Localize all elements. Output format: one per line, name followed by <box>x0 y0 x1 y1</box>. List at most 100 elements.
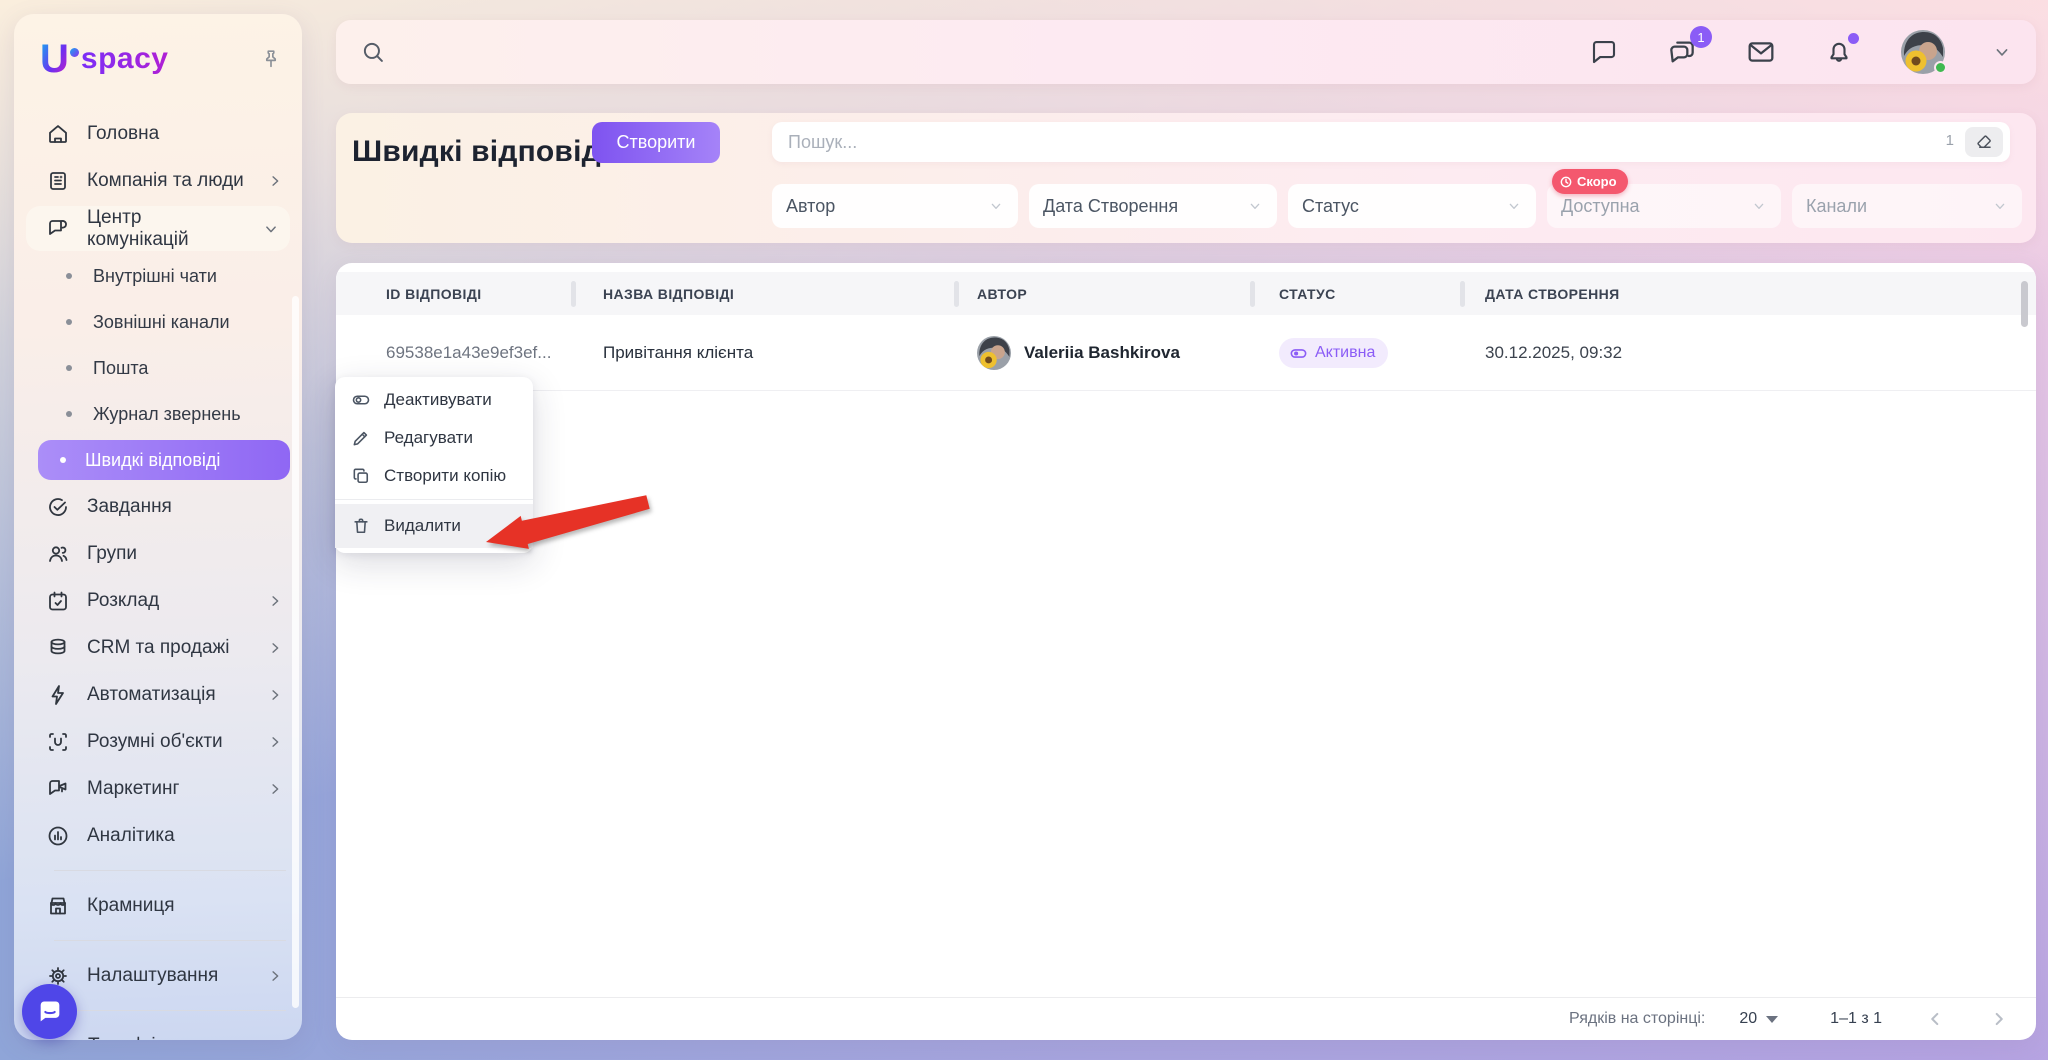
profile-chevron-down-icon[interactable] <box>1992 42 2012 62</box>
topbar-actions: 1 <box>1589 30 2012 74</box>
filter-available: Скоро Доступна <box>1547 184 1781 228</box>
chat-bubble-filled-icon <box>36 998 64 1026</box>
column-header-author[interactable]: АВТОР <box>977 272 1027 315</box>
sidebar-item-store[interactable]: Крамниця <box>14 882 302 929</box>
sidebar-item-label: Розклад <box>87 590 159 612</box>
chevron-right-icon <box>266 967 284 985</box>
sidebar-item-quick-replies[interactable]: Швидкі відповіді <box>38 440 290 480</box>
sidebar-scrollbar[interactable] <box>292 296 299 1008</box>
search-field: 1 <box>772 122 2010 162</box>
menu-item-label: Редагувати <box>384 428 473 448</box>
status-label: Активна <box>1315 344 1375 362</box>
menu-item-duplicate[interactable]: Створити копію <box>335 457 533 495</box>
column-header-status[interactable]: СТАТУС <box>1279 272 1336 315</box>
sidebar-item-schedule[interactable]: Розклад <box>14 577 302 624</box>
bullet-icon <box>66 319 72 325</box>
filter-author[interactable]: Автор <box>772 184 1018 228</box>
smart-objects-icon <box>46 730 70 754</box>
cell-created-date: 30.12.2025, 09:32 <box>1485 315 1622 391</box>
sidebar-item-automation[interactable]: Автоматизація <box>14 671 302 718</box>
eraser-icon <box>1975 133 1994 152</box>
comm-center-icon <box>46 217 70 241</box>
rows-per-page-select[interactable]: 20 <box>1739 1010 1778 1028</box>
sidebar-item-label: Автоматизація <box>87 684 216 706</box>
column-header-created[interactable]: ДАТА СТВОРЕННЯ <box>1485 272 1620 315</box>
groups-icon <box>46 542 70 566</box>
sidebar-item-home[interactable]: Головна <box>14 110 302 157</box>
chevron-left-icon <box>1924 1008 1946 1030</box>
previous-page-button[interactable] <box>1924 1008 1946 1030</box>
quick-replies-table-panel: ID ВІДПОВІДІ НАЗВА ВІДПОВІДІ АВТОР СТАТУ… <box>336 263 2036 1040</box>
filter-label: Доступна <box>1561 196 1640 217</box>
table-row[interactable]: 69538e1a43e9ef3ef... Привітання клієнта … <box>336 315 2036 391</box>
sidebar-item-crm[interactable]: CRM та продажі <box>14 624 302 671</box>
uspacy-logo-dot <box>70 48 79 57</box>
messenger-icon[interactable]: 1 <box>1666 36 1698 68</box>
sidebar-item-requests-log[interactable]: Журнал звернень <box>14 391 302 437</box>
filter-status[interactable]: Статус <box>1288 184 1536 228</box>
pagination-bar: Рядків на сторінці: 20 1–1 з 1 <box>336 997 2036 1040</box>
sidebar-item-smart-objects[interactable]: Розумні об'єкти <box>14 718 302 765</box>
sidebar-item-mail[interactable]: Пошта <box>14 345 302 391</box>
sidebar-item-external-channels[interactable]: Зовнішні канали <box>14 299 302 345</box>
sidebar-item-label: Головна <box>87 123 159 145</box>
online-status-dot <box>1934 61 1947 74</box>
sidebar-item-label: Налаштування <box>87 965 218 987</box>
soon-badge-label: Скоро <box>1577 174 1617 189</box>
sidebar-item-analytics[interactable]: Аналітика <box>14 812 302 859</box>
column-resize-handle[interactable] <box>954 281 959 307</box>
filter-label: Статус <box>1302 196 1359 217</box>
support-chat-launcher[interactable] <box>22 984 77 1039</box>
sidebar-item-groups[interactable]: Групи <box>14 530 302 577</box>
search-filter-count: 1 <box>1946 132 1954 149</box>
sidebar-item-marketing[interactable]: Маркетинг <box>14 765 302 812</box>
sidebar-item-comm-center[interactable]: Центр комунікацій <box>26 206 290 251</box>
sidebar-item-internal-chats[interactable]: Внутрішні чати <box>14 253 302 299</box>
column-resize-handle[interactable] <box>571 281 576 307</box>
next-page-button[interactable] <box>1988 1008 2010 1030</box>
menu-item-deactivate[interactable]: Деактивувати <box>335 381 533 419</box>
clock-icon <box>1559 175 1573 189</box>
messenger-unread-badge: 1 <box>1690 26 1712 48</box>
chevron-right-icon <box>266 733 284 751</box>
column-header-name[interactable]: НАЗВА ВІДПОВІДІ <box>603 272 734 315</box>
column-resize-handle[interactable] <box>1460 281 1465 307</box>
column-header-id[interactable]: ID ВІДПОВІДІ <box>386 272 481 315</box>
chevron-down-icon <box>1992 198 2008 214</box>
page-title: Швидкі відповіді <box>352 135 609 169</box>
store-icon <box>46 894 70 918</box>
row-context-menu: Деактивувати Редагувати Створити копію В… <box>335 377 533 553</box>
column-resize-handle[interactable] <box>1250 281 1255 307</box>
menu-item-delete[interactable]: Видалити <box>335 504 533 548</box>
filter-created-date[interactable]: Дата Створення <box>1029 184 1277 228</box>
sidebar-item-label: Зовнішні канали <box>93 312 230 333</box>
clear-filters-button[interactable] <box>1965 127 2003 157</box>
search-input[interactable] <box>772 122 2010 162</box>
sidebar-item-tasks[interactable]: Завдання <box>14 483 302 530</box>
create-button[interactable]: Створити <box>592 122 720 163</box>
bullet-icon <box>66 273 72 279</box>
author-avatar <box>977 336 1011 370</box>
global-search-icon[interactable] <box>360 39 386 65</box>
logo-row: U spacy <box>40 36 282 82</box>
sidebar-item-label: Аналітика <box>87 825 175 847</box>
topbar: 1 <box>336 20 2036 84</box>
notifications-dot <box>1848 33 1859 44</box>
sidebar-item-label: Пошта <box>93 358 148 379</box>
table-header-row: ID ВІДПОВІДІ НАЗВА ВІДПОВІДІ АВТОР СТАТУ… <box>336 272 2036 315</box>
sidebar: U spacy Головна Компанія та люди Центр к… <box>14 14 302 1040</box>
table-scrollbar-thumb[interactable] <box>2021 281 2028 327</box>
sidebar-item-label: Тариф і оплата <box>88 1035 222 1041</box>
chat-icon[interactable] <box>1589 37 1619 67</box>
chevron-right-icon <box>266 172 284 190</box>
cell-author: Valeriia Bashkirova <box>977 315 1180 391</box>
sidebar-item-company[interactable]: Компанія та люди <box>14 157 302 204</box>
building-icon <box>46 169 70 193</box>
notifications-bell-icon[interactable] <box>1824 37 1854 67</box>
chevron-down-icon <box>262 220 280 238</box>
menu-item-edit[interactable]: Редагувати <box>335 419 533 457</box>
pin-sidebar-icon[interactable] <box>260 48 282 70</box>
mail-icon[interactable] <box>1745 36 1777 68</box>
user-avatar[interactable] <box>1901 30 1945 74</box>
menu-item-label: Видалити <box>384 516 461 536</box>
